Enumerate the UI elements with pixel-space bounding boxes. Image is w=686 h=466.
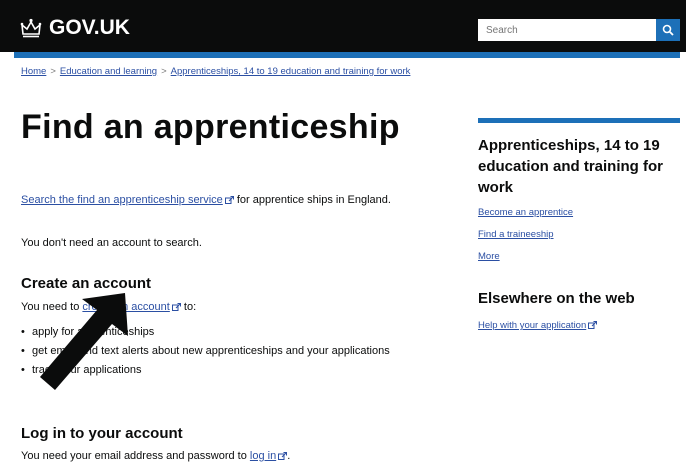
external-link-icon <box>278 452 288 461</box>
breadcrumb: Home > Education and learning > Apprenticesh… <box>21 66 410 77</box>
breadcrumb-separator: > <box>161 66 167 77</box>
login-paragraph: You need your email address and password… <box>21 449 290 464</box>
intro-paragraph: Search the find an apprenticeship servic… <box>21 193 421 208</box>
breadcrumb-education[interactable]: Education and learning <box>60 66 157 77</box>
no-account-text: You don't need an account to search. <box>21 237 202 249</box>
pointer-arrow-icon <box>40 293 128 390</box>
external-link-icon <box>588 321 598 330</box>
find-apprenticeship-service-link[interactable]: Search the find an apprenticeship servic… <box>21 194 223 206</box>
breadcrumb-separator: > <box>50 66 56 77</box>
login-heading: Log in to your account <box>21 425 183 442</box>
breadcrumb-apprenticeships[interactable]: Apprenticeships, 14 to 19 education and … <box>171 66 411 77</box>
intro-text: for apprentice ships in England. <box>233 194 391 206</box>
login-text-before: You need your email address and password… <box>21 450 250 462</box>
help-with-application-link[interactable]: Help with your application <box>478 320 586 331</box>
govuk-logo[interactable]: GOV.UK <box>20 16 130 40</box>
search-icon <box>662 24 674 36</box>
header-blue-bar <box>14 52 680 58</box>
elsewhere-heading: Elsewhere on the web <box>478 290 635 307</box>
breadcrumb-home[interactable]: Home <box>21 66 46 77</box>
login-link[interactable]: log in <box>250 450 276 462</box>
search-button[interactable] <box>656 19 680 41</box>
create-text-after: to: <box>180 301 197 313</box>
external-link-icon <box>224 196 234 205</box>
sidebar-link-find-traineeship[interactable]: Find a traineeship <box>478 229 554 240</box>
sidebar-blue-bar <box>478 118 680 123</box>
site-header: GOV.UK <box>0 0 686 52</box>
sidebar-link-become-apprentice[interactable]: Become an apprentice <box>478 207 573 218</box>
crown-icon <box>20 18 42 38</box>
login-text-after: . <box>287 450 291 462</box>
page-title: Find an apprenticeship <box>21 108 400 146</box>
sidebar-link-more[interactable]: More <box>478 251 500 262</box>
logo-text: GOV.UK <box>49 16 130 39</box>
search-box <box>478 19 680 41</box>
search-input[interactable] <box>478 19 646 41</box>
external-link-icon <box>171 303 181 312</box>
sidebar-title: Apprenticeships, 14 to 19 education and … <box>478 137 664 196</box>
elsewhere-link-row: Help with your application <box>478 320 598 331</box>
